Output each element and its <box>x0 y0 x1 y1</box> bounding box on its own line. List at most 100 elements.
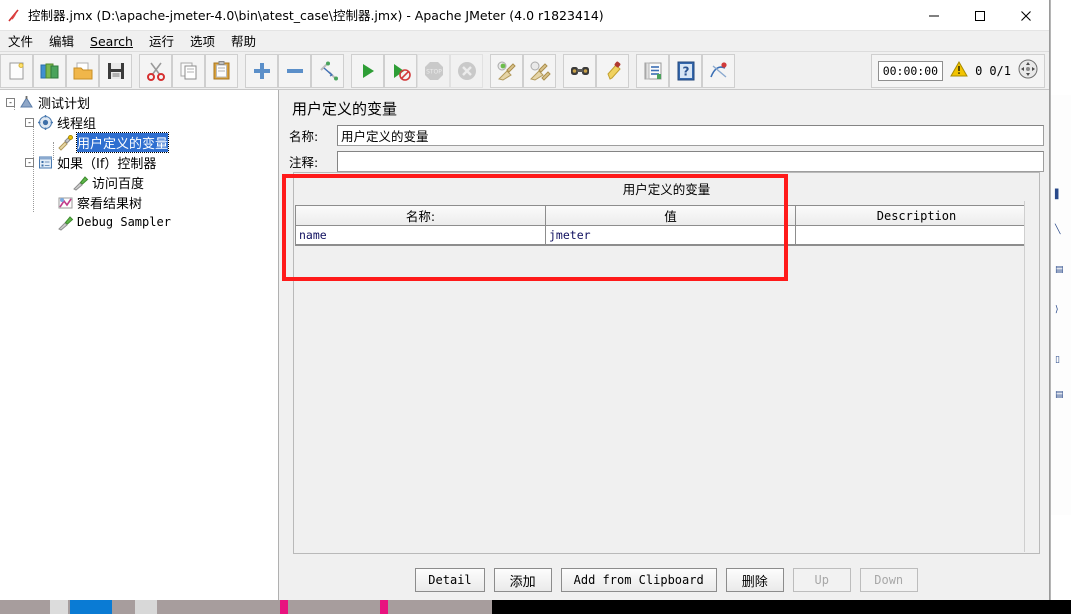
toolbar-separator-1 <box>132 54 139 88</box>
thread-group-icon <box>37 114 54 131</box>
up-button[interactable]: Up <box>793 568 851 592</box>
menu-edit[interactable]: 编辑 <box>41 31 82 52</box>
start-icon[interactable] <box>351 54 384 88</box>
toolbar-separator-3 <box>344 54 351 88</box>
variables-table-container: 用户定义的变量 名称: 值 Description name jmeter <box>293 172 1040 554</box>
templates-icon[interactable] <box>33 54 66 88</box>
undo-redo-icon[interactable] <box>702 54 735 88</box>
down-button[interactable]: Down <box>860 568 918 592</box>
tree-label-if-controller: 如果（If）控制器 <box>57 153 156 172</box>
tree-node-test-plan[interactable]: - 测试计划 <box>0 92 279 112</box>
test-plan-tree: - 测试计划 - <box>0 92 279 232</box>
menu-search[interactable]: Search <box>82 31 141 52</box>
shutdown-icon[interactable] <box>450 54 483 88</box>
taskbar-item-2[interactable] <box>70 600 112 614</box>
background-window-content: ▌ ╲ ▤ ⟩ ▯ ▤ <box>1051 95 1071 515</box>
bg-mark-1: ▌ <box>1055 190 1065 200</box>
table-header-row: 名称: 值 Description <box>296 206 1037 226</box>
tree-node-user-defined-variables[interactable]: 用户定义的变量 <box>0 132 279 152</box>
tree-label-debug-sampler: Debug Sampler <box>77 215 171 229</box>
function-helper-icon[interactable] <box>636 54 669 88</box>
table-vertical-scrollbar[interactable] <box>1024 201 1039 552</box>
test-plan-icon <box>18 94 35 111</box>
variables-table[interactable]: 名称: 值 Description name jmeter <box>295 205 1038 246</box>
comment-label: 注释: <box>289 152 337 171</box>
table-row[interactable]: name jmeter <box>296 226 1037 245</box>
window-title: 控制器.jmx (D:\apache-jmeter-4.0\bin\atest_… <box>28 0 604 31</box>
expander-icon[interactable]: - <box>25 158 34 167</box>
jmeter-feather-icon <box>6 8 22 24</box>
bg-mark-4: ⟩ <box>1055 305 1065 315</box>
tree-node-view-results-tree[interactable]: 察看结果树 <box>0 192 279 212</box>
minimize-button[interactable] <box>911 0 957 31</box>
active-thread-count: 0/1 <box>989 64 1011 78</box>
search-icon[interactable] <box>563 54 596 88</box>
comment-input[interactable] <box>337 151 1044 172</box>
bg-mark-2: ╲ <box>1055 225 1065 235</box>
taskbar-item-5[interactable] <box>290 600 360 614</box>
window-controls <box>911 0 1049 31</box>
name-label: 名称: <box>289 126 337 145</box>
menu-help[interactable]: 帮助 <box>223 31 264 52</box>
bg-mark-6: ▤ <box>1055 390 1065 400</box>
taskbar-item-6[interactable] <box>380 600 388 614</box>
menu-search-label: Search <box>90 34 133 49</box>
menu-file[interactable]: 文件 <box>0 31 41 52</box>
variables-table-caption: 用户定义的变量 <box>294 173 1039 205</box>
start-no-pauses-icon[interactable] <box>384 54 417 88</box>
paste-icon[interactable] <box>205 54 238 88</box>
taskbar-item-1[interactable] <box>50 600 68 614</box>
window-titlebar: 控制器.jmx (D:\apache-jmeter-4.0\bin\atest_… <box>0 0 1049 31</box>
sampler-icon <box>57 214 74 231</box>
taskbar-item-3[interactable] <box>135 600 157 614</box>
detail-button[interactable]: Detail <box>415 568 484 592</box>
clear-icon[interactable] <box>490 54 523 88</box>
cell-name[interactable]: name <box>296 226 546 244</box>
tree-label-view-results-tree: 察看结果树 <box>77 193 142 212</box>
delete-button[interactable]: 删除 <box>726 568 784 592</box>
warning-triangle-icon[interactable] <box>950 60 968 82</box>
test-plan-tree-pane[interactable]: - 测试计划 - <box>0 90 279 600</box>
column-header-name[interactable]: 名称: <box>296 206 546 225</box>
expander-icon[interactable]: - <box>25 118 34 127</box>
save-icon[interactable] <box>99 54 132 88</box>
expand-all-icon[interactable] <box>245 54 278 88</box>
jmeter-main-window: 控制器.jmx (D:\apache-jmeter-4.0\bin\atest_… <box>0 0 1050 600</box>
svg-text:STOP: STOP <box>426 68 442 75</box>
menu-options[interactable]: 选项 <box>182 31 223 52</box>
panel-heading: 用户定义的变量 <box>292 98 397 119</box>
search-reset-icon[interactable] <box>596 54 629 88</box>
table-action-buttons: Detail 添加 Add from Clipboard 删除 Up Down <box>284 568 1049 592</box>
copy-icon[interactable] <box>172 54 205 88</box>
help-icon[interactable]: ? <box>669 54 702 88</box>
stop-icon[interactable]: STOP <box>417 54 450 88</box>
warning-count: 0 <box>975 64 982 78</box>
add-from-clipboard-button[interactable]: Add from Clipboard <box>561 568 717 592</box>
add-button[interactable]: 添加 <box>494 568 552 592</box>
collapse-all-icon[interactable] <box>278 54 311 88</box>
tree-node-visit-baidu[interactable]: 访问百度 <box>0 172 279 192</box>
expander-icon[interactable]: - <box>6 98 15 107</box>
tree-node-if-controller[interactable]: - 如果（If）控制器 <box>0 152 279 172</box>
comment-field-row: 注释: <box>289 150 1044 173</box>
name-input[interactable]: 用户定义的变量 <box>337 125 1044 146</box>
taskbar[interactable] <box>0 600 1071 614</box>
taskbar-item-4[interactable] <box>280 600 288 614</box>
cut-icon[interactable] <box>139 54 172 88</box>
expand-arrows-icon[interactable] <box>1018 59 1038 83</box>
toggle-icon[interactable] <box>311 54 344 88</box>
clear-all-icon[interactable] <box>523 54 556 88</box>
main-split: - 测试计划 - <box>0 90 1049 600</box>
tree-node-debug-sampler[interactable]: Debug Sampler <box>0 212 279 232</box>
if-controller-icon <box>37 154 54 171</box>
menu-run[interactable]: 运行 <box>141 31 182 52</box>
column-header-value[interactable]: 值 <box>546 206 796 225</box>
maximize-button[interactable] <box>957 0 1003 31</box>
new-icon[interactable] <box>0 54 33 88</box>
column-header-description[interactable]: Description <box>796 206 1037 225</box>
open-icon[interactable] <box>66 54 99 88</box>
close-button[interactable] <box>1003 0 1049 31</box>
tree-node-thread-group[interactable]: - 线程组 <box>0 112 279 132</box>
cell-value[interactable]: jmeter <box>546 226 796 244</box>
cell-description[interactable] <box>796 226 1037 244</box>
